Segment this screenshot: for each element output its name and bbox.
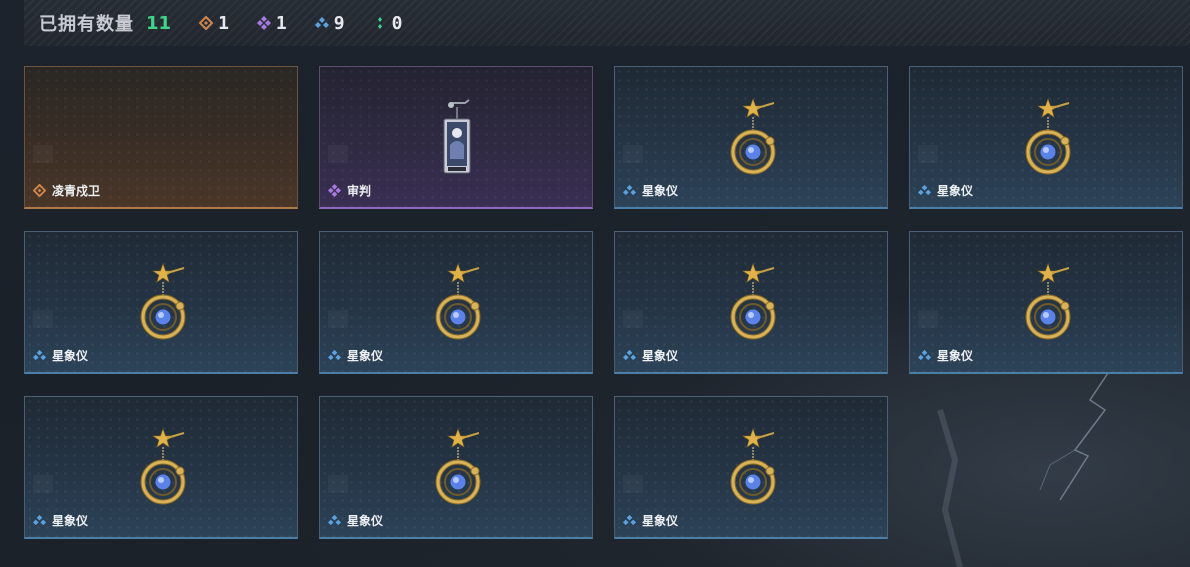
item-label: 星象仪 bbox=[918, 182, 973, 199]
rarity-count-value: 0 bbox=[391, 12, 403, 34]
card-background-pattern bbox=[253, 97, 287, 145]
blue-triple-diamond-icon bbox=[314, 17, 329, 28]
item-name: 星象仪 bbox=[642, 349, 679, 363]
purple-clover-icon bbox=[328, 184, 341, 197]
blue-triple-diamond-icon bbox=[623, 349, 636, 361]
rarity-count-value: 1 bbox=[218, 12, 229, 34]
item-name: 星象仪 bbox=[937, 349, 974, 363]
owned-total-count: 11 bbox=[146, 12, 172, 34]
item-label: 星象仪 bbox=[623, 347, 678, 364]
astrolabe-charm-icon bbox=[140, 263, 186, 340]
item-card[interactable]: 星象仪 bbox=[614, 66, 888, 209]
item-label: 星象仪 bbox=[328, 512, 383, 529]
item-card[interactable]: 星象仪 bbox=[319, 396, 593, 539]
card-background-pattern bbox=[33, 475, 53, 493]
orange-diamond-icon bbox=[33, 184, 46, 197]
astrolabe-charm-icon bbox=[730, 428, 776, 505]
blue-triple-diamond-icon bbox=[918, 184, 931, 196]
rarity-count-purple: 1 bbox=[256, 12, 287, 34]
card-background-pattern bbox=[328, 475, 348, 493]
astrolabe-charm-icon bbox=[730, 263, 776, 340]
card-charm-icon bbox=[443, 99, 471, 174]
card-background-pattern bbox=[328, 145, 348, 163]
item-name: 星象仪 bbox=[642, 184, 679, 198]
item-label: 星象仪 bbox=[918, 347, 973, 364]
item-name: 星象仪 bbox=[52, 514, 89, 528]
astrolabe-charm-icon bbox=[140, 428, 186, 505]
item-label: 审判 bbox=[328, 182, 371, 199]
item-card[interactable]: 星象仪 bbox=[614, 396, 888, 539]
owned-count-title: 已拥有数量 bbox=[39, 14, 134, 35]
blue-triple-diamond-icon bbox=[328, 514, 341, 526]
item-card[interactable]: 星象仪 bbox=[24, 396, 298, 539]
blue-triple-diamond-icon bbox=[623, 514, 636, 526]
blue-triple-diamond-icon bbox=[328, 349, 341, 361]
card-background-pattern bbox=[33, 310, 53, 328]
item-name: 星象仪 bbox=[52, 349, 89, 363]
item-name: 凌青戍卫 bbox=[52, 184, 101, 198]
astrolabe-charm-icon bbox=[435, 428, 481, 505]
card-background-pattern bbox=[33, 145, 53, 163]
card-background-pattern bbox=[623, 475, 643, 493]
item-card[interactable]: 星象仪 bbox=[24, 231, 298, 374]
item-card[interactable]: 星象仪 bbox=[909, 66, 1183, 209]
item-card[interactable]: 星象仪 bbox=[319, 231, 593, 374]
item-label: 星象仪 bbox=[623, 512, 678, 529]
astrolabe-charm-icon bbox=[730, 98, 776, 175]
rarity-count-orange: 1 bbox=[199, 13, 229, 34]
item-card[interactable]: 星象仪 bbox=[909, 231, 1183, 374]
card-background-pattern bbox=[623, 310, 643, 328]
blue-triple-diamond-icon bbox=[918, 349, 931, 361]
item-label: 凌青戍卫 bbox=[33, 182, 100, 199]
blue-triple-diamond-icon bbox=[623, 184, 636, 196]
card-background-pattern bbox=[918, 145, 938, 163]
green-dots-icon bbox=[377, 17, 382, 29]
item-name: 星象仪 bbox=[642, 514, 679, 528]
astrolabe-charm-icon bbox=[435, 263, 481, 340]
blue-triple-diamond-icon bbox=[33, 514, 46, 526]
item-card[interactable]: 凌青戍卫 bbox=[24, 66, 298, 209]
item-label: 星象仪 bbox=[33, 512, 88, 529]
rarity-count-value: 9 bbox=[333, 12, 345, 34]
blue-triple-diamond-icon bbox=[33, 349, 46, 361]
header-bar: 已拥有数量 11 1 1 9 0 bbox=[24, 0, 1190, 46]
card-background-pattern bbox=[623, 145, 643, 163]
rarity-count-value: 1 bbox=[275, 12, 287, 34]
astrolabe-charm-icon bbox=[1025, 263, 1071, 340]
item-name: 审判 bbox=[347, 184, 372, 198]
item-name: 星象仪 bbox=[347, 349, 384, 363]
item-name: 星象仪 bbox=[347, 514, 384, 528]
item-card[interactable]: 审判 bbox=[319, 66, 593, 209]
purple-clover-icon bbox=[256, 16, 271, 30]
item-label: 星象仪 bbox=[328, 347, 383, 364]
astrolabe-charm-icon bbox=[1025, 98, 1071, 175]
orange-diamond-icon bbox=[199, 16, 214, 30]
card-background-pattern bbox=[918, 310, 938, 328]
rarity-count-blue: 9 bbox=[314, 12, 345, 34]
item-name: 星象仪 bbox=[937, 184, 974, 198]
card-background-pattern bbox=[328, 310, 348, 328]
collection-screen: 已拥有数量 11 1 1 9 0 凌青戍卫 审判 星象仪 星象仪 星象仪 星象仪… bbox=[0, 0, 1190, 567]
rarity-count-green: 0 bbox=[373, 12, 403, 34]
lightning-background-decoration bbox=[937, 370, 1111, 567]
item-label: 星象仪 bbox=[623, 182, 678, 199]
item-card[interactable]: 星象仪 bbox=[614, 231, 888, 374]
item-label: 星象仪 bbox=[33, 347, 88, 364]
